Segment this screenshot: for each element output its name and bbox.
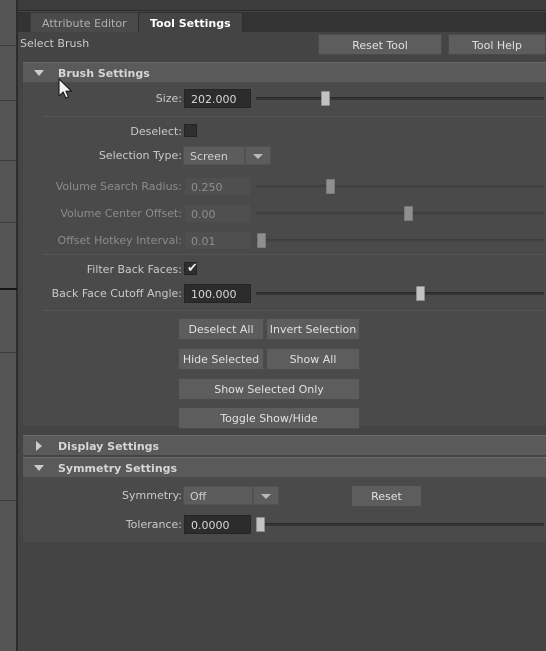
tab-attribute-editor[interactable]: Attribute Editor	[30, 12, 139, 33]
chevron-down-icon	[261, 494, 271, 499]
volume-search-radius-slider	[256, 177, 544, 196]
row-volume-search-radius: Volume Search Radius: 0.250	[23, 177, 546, 199]
divider	[43, 254, 543, 255]
slider-handle	[257, 233, 266, 248]
offset-hotkey-interval-slider	[256, 231, 544, 250]
symmetry-label: Symmetry:	[122, 489, 182, 502]
reset-tool-button[interactable]: Reset Tool	[318, 34, 442, 55]
section-title: Brush Settings	[58, 67, 150, 80]
slider-track	[256, 523, 544, 526]
divider	[43, 310, 543, 311]
strip-divider	[0, 222, 17, 223]
chevron-right-icon	[36, 441, 42, 451]
checkmark-icon: ✔	[187, 261, 198, 276]
symmetry-reset-button[interactable]: Reset	[351, 485, 422, 507]
panel-tab-bar: Attribute Editor Tool Settings	[18, 12, 546, 33]
slider-track	[256, 97, 544, 100]
strip-divider	[0, 45, 17, 46]
back-face-cutoff-angle-input[interactable]: 100.000	[184, 284, 251, 303]
slider-track	[256, 239, 544, 242]
deselect-label: Deselect:	[130, 125, 182, 138]
slider-track	[256, 292, 544, 295]
volume-center-offset-label: Volume Center Offset:	[60, 207, 182, 220]
selection-type-label: Selection Type:	[98, 149, 182, 162]
hide-selected-button[interactable]: Hide Selected	[178, 348, 264, 370]
section-body-brush-settings: Size: 202.000 Deselect: Selection Type: …	[23, 82, 546, 429]
offset-hotkey-interval-input: 0.01	[184, 231, 251, 250]
back-face-cutoff-angle-label: Back Face Cutoff Angle:	[51, 287, 182, 300]
symmetry-value: Off	[183, 486, 253, 505]
slider-handle	[326, 179, 335, 194]
row-size: Size: 202.000	[23, 89, 546, 111]
tool-settings-panel: Attribute Editor Tool Settings Select Br…	[18, 0, 546, 651]
section-title: Display Settings	[58, 440, 160, 453]
current-tool-name: Select Brush	[20, 37, 90, 50]
filter-back-faces-checkbox[interactable]: ✔	[184, 261, 198, 276]
tool-help-button[interactable]: Tool Help	[448, 34, 546, 55]
toggle-show-hide-button[interactable]: Toggle Show/Hide	[178, 407, 360, 429]
selection-type-value: Screen	[183, 146, 245, 165]
row-offset-hotkey-interval: Offset Hotkey Interval: 0.01	[23, 231, 546, 253]
tolerance-slider[interactable]	[256, 515, 544, 534]
row-volume-center-offset: Volume Center Offset: 0.00	[23, 204, 546, 226]
deselect-checkbox[interactable]	[184, 124, 197, 137]
panel-top-bar	[18, 0, 546, 11]
row-selection-type: Selection Type: Screen	[23, 146, 546, 168]
section-title: Symmetry Settings	[58, 462, 178, 475]
show-selected-only-button[interactable]: Show Selected Only	[178, 378, 360, 400]
row-back-face-cutoff-angle: Back Face Cutoff Angle: 100.000	[23, 284, 546, 306]
row-filter-back-faces: Filter Back Faces: ✔	[23, 260, 546, 282]
show-all-button[interactable]: Show All	[266, 348, 360, 370]
section-header-display-settings[interactable]: Display Settings	[23, 435, 546, 455]
slider-handle	[404, 206, 413, 221]
divider	[43, 116, 543, 117]
invert-selection-button[interactable]: Invert Selection	[266, 318, 360, 340]
back-face-cutoff-angle-slider[interactable]	[256, 284, 544, 303]
volume-center-offset-input: 0.00	[184, 204, 251, 223]
dropdown-arrow-button[interactable]	[253, 486, 279, 505]
row-symmetry: Symmetry: Off Reset	[23, 485, 546, 508]
tab-tool-settings[interactable]: Tool Settings	[138, 12, 243, 33]
size-input[interactable]: 202.000	[184, 89, 251, 108]
section-header-symmetry-settings[interactable]: Symmetry Settings	[23, 457, 546, 477]
volume-search-radius-input: 0.250	[184, 177, 251, 196]
offset-hotkey-interval-label: Offset Hotkey Interval:	[57, 234, 182, 247]
deselect-all-button[interactable]: Deselect All	[178, 318, 264, 340]
section-body-symmetry-settings: Symmetry: Off Reset Tolerance: 0.0000	[23, 477, 546, 542]
row-tolerance: Tolerance: 0.0000	[23, 515, 546, 537]
slider-handle[interactable]	[256, 517, 265, 532]
row-deselect: Deselect:	[23, 122, 546, 144]
slider-track	[256, 212, 544, 215]
slider-track	[256, 185, 544, 188]
tool-header-row: Select Brush Reset Tool Tool Help	[18, 33, 546, 57]
chevron-down-icon	[253, 154, 263, 159]
slider-handle[interactable]	[416, 286, 425, 301]
tolerance-label: Tolerance:	[125, 518, 182, 531]
selection-type-dropdown[interactable]: Screen	[183, 146, 271, 165]
section-header-brush-settings[interactable]: Brush Settings	[23, 62, 546, 82]
strip-divider	[0, 352, 17, 353]
tolerance-input[interactable]: 0.0000	[184, 515, 251, 534]
chevron-down-icon	[34, 70, 44, 76]
slider-handle[interactable]	[321, 91, 330, 106]
chevron-down-icon	[34, 465, 44, 471]
size-slider[interactable]	[256, 89, 544, 108]
filter-back-faces-label: Filter Back Faces:	[86, 263, 182, 276]
symmetry-dropdown[interactable]: Off	[183, 486, 279, 505]
dropdown-arrow-button[interactable]	[245, 146, 271, 165]
volume-search-radius-label: Volume Search Radius:	[55, 180, 182, 193]
volume-center-offset-slider	[256, 204, 544, 223]
size-label: Size:	[155, 92, 182, 105]
